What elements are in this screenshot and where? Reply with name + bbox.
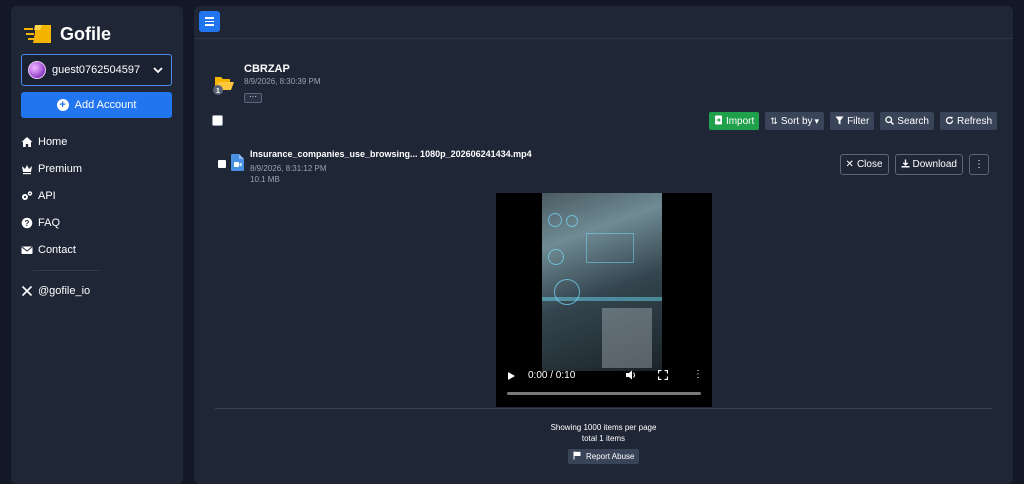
caret-down-icon: ▾ <box>814 115 820 126</box>
folder-date: 8/9/2026, 8:30:39 PM <box>244 77 321 86</box>
select-all-checkbox[interactable] <box>212 115 223 126</box>
file-menu-button[interactable]: ⋮ <box>969 154 989 175</box>
chevron-down-icon <box>153 67 163 74</box>
file-size: 10.1 MB <box>250 175 280 184</box>
menu-toggle-button[interactable] <box>199 11 220 32</box>
main-panel: 1 CBRZAP 8/9/2026, 8:30:39 PM ··· Import… <box>194 6 1013 484</box>
footer-divider <box>215 408 992 409</box>
fullscreen-icon[interactable] <box>657 369 669 383</box>
play-icon[interactable] <box>508 372 515 380</box>
brand[interactable]: Gofile <box>24 20 111 48</box>
import-button[interactable]: Import <box>708 112 760 130</box>
filter-icon <box>835 116 844 127</box>
crown-icon <box>21 163 33 175</box>
social-label: @gofile_io <box>38 284 91 297</box>
close-icon: ✕ <box>845 159 854 170</box>
sidebar-item-premium[interactable]: Premium <box>21 155 181 182</box>
filter-label: Filter <box>847 115 870 127</box>
search-icon <box>885 115 895 127</box>
sidebar-item-home[interactable]: Home <box>21 128 181 155</box>
search-label: Search <box>897 115 929 127</box>
total-items-text: total 1 items <box>581 434 626 443</box>
items-per-page-text: Showing 1000 items per page <box>550 423 657 432</box>
add-account-button[interactable]: + Add Account <box>21 92 172 118</box>
flag-icon <box>573 451 581 462</box>
question-icon: ? <box>21 217 33 229</box>
sidebar-item-label: API <box>38 189 56 202</box>
sort-icon: ⇅ <box>770 115 778 126</box>
filter-button[interactable]: Filter <box>830 112 875 130</box>
svg-text:?: ? <box>25 219 30 228</box>
home-icon <box>21 136 33 148</box>
sidebar-item-social[interactable]: @gofile_io <box>21 277 90 304</box>
sort-by-button[interactable]: ⇅ Sort by ▾ <box>765 112 825 130</box>
sidebar-item-api[interactable]: API <box>21 182 181 209</box>
folder-open-icon: 1 <box>213 72 235 96</box>
sidebar: Gofile guest0762504597 + Add Account Hom… <box>11 6 183 484</box>
document-stack-graphic <box>602 308 652 368</box>
sidebar-item-label: FAQ <box>38 216 61 229</box>
refresh-label: Refresh <box>956 115 992 127</box>
report-label: Report Abuse <box>586 452 635 461</box>
avatar <box>28 61 46 79</box>
file-date: 8/9/2026, 8:31:12 PM <box>250 164 327 173</box>
file-actions: ✕ Close Download ⋮ <box>839 154 989 175</box>
gears-icon <box>21 190 33 202</box>
refresh-button[interactable]: Refresh <box>939 112 997 130</box>
download-label: Download <box>912 159 957 170</box>
report-abuse-button[interactable]: Report Abuse <box>568 449 640 464</box>
header-divider <box>194 38 1013 39</box>
gofile-logo-icon <box>24 22 54 46</box>
file-import-icon <box>714 115 723 127</box>
video-time: 0:00 / 0:10 <box>528 370 576 381</box>
hologram-graphic <box>542 297 662 301</box>
hologram-graphic <box>554 279 580 305</box>
sidebar-nav: Home Premium API ? FAQ Contact <box>21 128 181 263</box>
hologram-graphic <box>566 215 578 227</box>
sidebar-item-contact[interactable]: Contact <box>21 236 181 263</box>
account-select[interactable]: guest0762504597 <box>21 54 172 86</box>
hologram-graphic <box>548 249 564 265</box>
folder-count-badge: 1 <box>216 88 220 95</box>
vertical-dots-icon: ⋮ <box>974 159 984 170</box>
add-account-label: Add Account <box>74 99 137 111</box>
account-username: guest0762504597 <box>52 64 141 76</box>
brand-name: Gofile <box>60 23 112 44</box>
toolbar: Import ⇅ Sort by ▾ Filter Search Refresh <box>708 112 997 130</box>
plus-circle-icon: + <box>56 99 69 111</box>
refresh-icon <box>945 116 954 127</box>
video-frame <box>542 193 662 371</box>
sort-label: Sort by <box>780 115 813 127</box>
video-progress-bar[interactable] <box>507 392 701 395</box>
sidebar-item-label: Premium <box>38 162 83 175</box>
close-button[interactable]: ✕ Close <box>839 154 889 175</box>
x-logo-icon <box>21 285 33 297</box>
import-label: Import <box>725 115 755 127</box>
hologram-graphic <box>548 213 562 227</box>
sidebar-divider <box>33 270 99 271</box>
close-label: Close <box>856 159 883 170</box>
sidebar-item-faq[interactable]: ? FAQ <box>21 209 181 236</box>
volume-icon[interactable] <box>626 370 637 383</box>
file-name[interactable]: Insurance_companies_use_browsing... 1080… <box>250 149 532 159</box>
download-button[interactable]: Download <box>894 154 963 175</box>
video-player[interactable]: 0:00 / 0:10 ⋮ <box>496 193 712 407</box>
hologram-graphic <box>586 233 634 263</box>
folder-more-button[interactable]: ··· <box>244 93 262 103</box>
folder-title: CBRZAP <box>244 63 290 75</box>
file-checkbox[interactable] <box>218 160 226 168</box>
file-video-icon <box>231 154 244 171</box>
download-icon <box>901 159 910 171</box>
sidebar-item-label: Contact <box>38 243 76 256</box>
video-options-icon[interactable]: ⋮ <box>693 369 703 380</box>
sidebar-item-label: Home <box>38 135 68 148</box>
search-button[interactable]: Search <box>880 112 934 130</box>
envelope-icon <box>21 244 33 256</box>
